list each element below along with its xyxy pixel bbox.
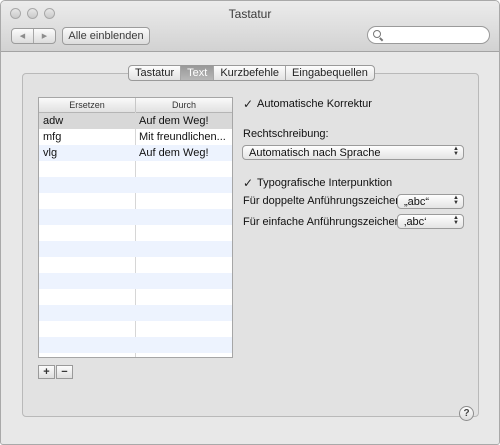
double-quotes-label: Für doppelte Anführungszeichen: [243, 195, 402, 207]
empty-row: [39, 161, 232, 177]
add-replacement-button[interactable]: +: [38, 365, 55, 379]
empty-row: [39, 193, 232, 209]
search-icon: [373, 30, 381, 38]
forward-button[interactable]: ▶: [33, 29, 55, 43]
empty-row: [39, 177, 232, 193]
empty-row: [39, 353, 232, 357]
column-header-with[interactable]: Durch: [135, 98, 232, 112]
spelling-popup[interactable]: Automatisch nach Sprache ▲ ▼: [242, 145, 464, 160]
double-quotes-value: „abc“: [404, 195, 430, 208]
empty-row: [39, 209, 232, 225]
show-all-button[interactable]: Alle einblenden: [62, 27, 150, 45]
column-header-replace[interactable]: Ersetzen: [39, 98, 135, 112]
help-button[interactable]: ?: [459, 406, 474, 421]
checkmark-icon: ✓: [243, 96, 254, 111]
cell-replace: adw: [43, 115, 64, 127]
cell-with: Mit freundlichen...: [139, 131, 226, 143]
table-row[interactable]: mfg Mit freundlichen...: [39, 129, 232, 145]
single-quotes-popup[interactable]: ‚abc‘ ▲ ▼: [397, 214, 464, 229]
empty-row: [39, 257, 232, 273]
single-quotes-value: ‚abc‘: [404, 215, 427, 228]
cell-replace: mfg: [43, 131, 62, 143]
single-quotes-label: Für einfache Anführungszeichen: [243, 216, 401, 228]
search-field[interactable]: [367, 26, 490, 44]
table-row[interactable]: adw Auf dem Weg!: [39, 113, 232, 129]
double-quotes-popup[interactable]: „abc“ ▲ ▼: [397, 194, 464, 209]
checkmark-icon: ✓: [243, 175, 254, 190]
title-bar: Tastatur ◀ ▶ Alle einblenden: [1, 1, 499, 52]
preference-tabs: Tastatur Text Kurzbefehle Eingabequellen: [128, 65, 375, 81]
cell-with: Auf dem Weg!: [139, 147, 209, 159]
table-header: Ersetzen Durch: [39, 98, 232, 113]
popup-arrows-icon: ▲ ▼: [453, 195, 459, 206]
autocorrect-label: Automatische Korrektur: [257, 98, 372, 110]
cell-with: Auf dem Weg!: [139, 115, 209, 127]
tab-shortcuts[interactable]: Kurzbefehle: [213, 66, 285, 80]
tab-keyboard[interactable]: Tastatur: [129, 66, 180, 80]
spelling-value: Automatisch nach Sprache: [249, 146, 381, 159]
cell-replace: vlg: [43, 147, 58, 159]
table-rows: adw Auf dem Weg! mfg Mit freundlichen...…: [39, 113, 232, 357]
tab-text[interactable]: Text: [180, 66, 214, 80]
window-title: Tastatur: [228, 7, 272, 21]
tab-input-sources[interactable]: Eingabequellen: [285, 66, 374, 80]
empty-row: [39, 289, 232, 305]
spelling-label: Rechtschreibung:: [243, 128, 329, 140]
popup-arrows-icon: ▲ ▼: [453, 146, 459, 157]
back-forward-control: ◀ ▶: [11, 28, 56, 44]
popup-arrows-icon: ▲ ▼: [453, 215, 459, 226]
table-row[interactable]: vlg Auf dem Weg!: [39, 145, 232, 161]
empty-row: [39, 337, 232, 353]
empty-row: [39, 225, 232, 241]
replacement-table[interactable]: Ersetzen Durch adw Auf dem Weg! mfg Mit …: [38, 97, 233, 358]
empty-row: [39, 273, 232, 289]
back-button[interactable]: ◀: [12, 29, 33, 43]
autocorrect-checkbox[interactable]: ✓ Automatische Korrektur: [243, 96, 372, 111]
empty-row: [39, 321, 232, 337]
empty-row: [39, 241, 232, 257]
empty-row: [39, 305, 232, 321]
remove-replacement-button[interactable]: −: [56, 365, 73, 379]
keyboard-prefs-window: Tastatur ◀ ▶ Alle einblenden Tastatur Te…: [0, 0, 500, 445]
smart-punctuation-checkbox[interactable]: ✓ Typografische Interpunktion: [243, 175, 393, 190]
smart-punctuation-label: Typografische Interpunktion: [257, 177, 393, 189]
